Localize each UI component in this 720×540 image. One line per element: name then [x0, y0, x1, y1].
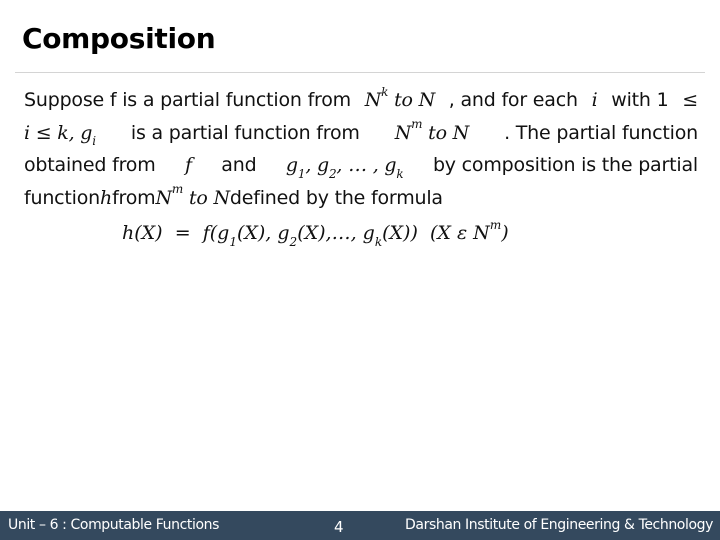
text: and	[221, 154, 257, 176]
body-line-4: function h from Nm to N defined by the f…	[24, 182, 698, 215]
composition-formula: h(X) = f(g1(X), g2(X),…, gk(X)) (X ε Nm)	[122, 217, 509, 249]
text: , and for each	[448, 89, 578, 111]
math-f: f	[184, 154, 192, 176]
math-Nm-to-N: Nm to N	[394, 117, 470, 144]
text: function	[24, 186, 101, 209]
body-line-1: Suppose f is a partial function from Nk …	[24, 84, 698, 117]
math-h: h	[100, 186, 113, 209]
math-Nm-to-N: Nm to N	[155, 182, 230, 209]
text: Suppose f is a partial function from	[24, 89, 351, 111]
formula-equals: =	[174, 222, 191, 244]
page-number: 4	[334, 518, 344, 536]
slide-footer: Unit – 6 : Computable Functions 4 Darsha…	[0, 511, 720, 540]
text: . The partial function	[504, 121, 698, 144]
body-line-2: i ≤ k, gi is a partial function from Nm …	[24, 117, 698, 150]
math-Nk-to-N: Nk to N	[364, 84, 436, 111]
footer-institute-label: Darshan Institute of Engineering & Techn…	[405, 517, 713, 533]
text: by composition is the partial	[432, 154, 698, 176]
title-divider	[15, 72, 705, 73]
formula-domain: (X ε Nm)	[429, 217, 509, 244]
math-i: i	[591, 89, 598, 111]
formula-rhs: f(g1(X), g2(X),…, gk(X))	[202, 222, 418, 249]
footer-unit-label: Unit – 6 : Computable Functions	[8, 517, 220, 533]
formula-lhs: h(X)	[122, 222, 163, 244]
text: with 1	[611, 89, 669, 111]
math-i-leq-k-gi: i ≤ k, gi	[24, 121, 96, 149]
slide-body: Suppose f is a partial function from Nk …	[24, 84, 698, 214]
text: is a partial function from	[130, 121, 360, 144]
math-g-list: g1, g2, … , gk	[285, 154, 404, 181]
text: defined by the formula	[229, 186, 443, 209]
math-leq: ≤	[682, 89, 698, 111]
text: from	[112, 186, 156, 209]
body-line-3: obtained from f and g1, g2, … , gk by co…	[24, 149, 698, 182]
text: obtained from	[24, 154, 156, 176]
slide-title: Composition	[22, 22, 216, 55]
